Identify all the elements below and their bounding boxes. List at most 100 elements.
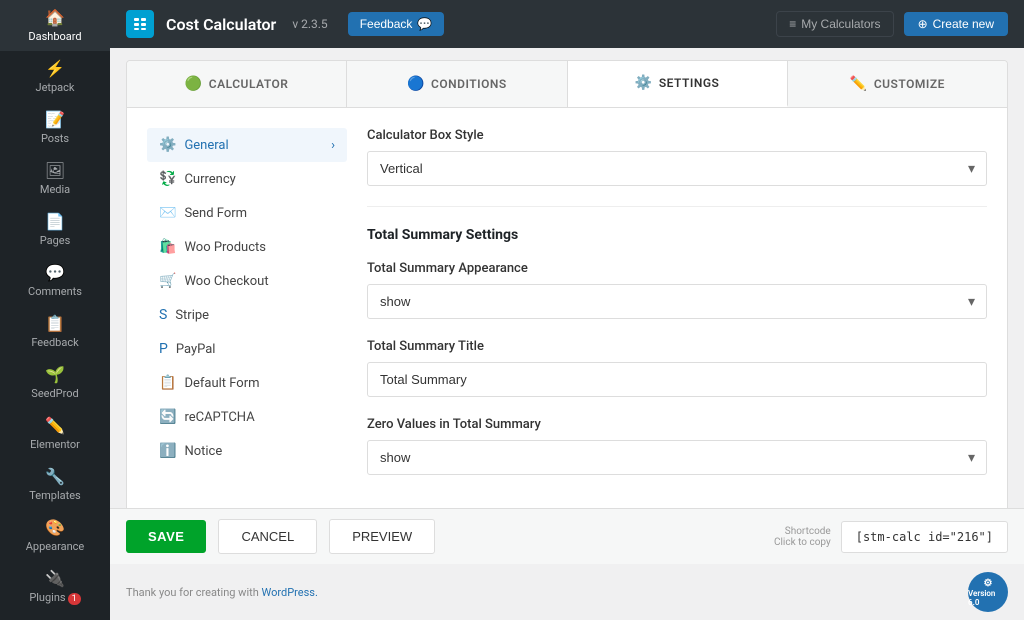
currency-icon: 💱 bbox=[159, 171, 176, 187]
sidebar-item-elementor[interactable]: ✏️Elementor bbox=[0, 408, 110, 459]
total-summary-appearance-label: Total Summary Appearance bbox=[367, 261, 987, 276]
save-button[interactable]: SAVE bbox=[126, 520, 206, 553]
divider-1 bbox=[367, 206, 987, 207]
total-summary-section-title: Total Summary Settings bbox=[367, 227, 987, 243]
sidebar-item-seedprod[interactable]: 🌱SeedProd bbox=[0, 357, 110, 408]
sidebar: 🏠Dashboard ⚡ Jetpack 📝Posts 🖼 Media 📄 Pages 💬Com… bbox=[0, 0, 110, 620]
sidebar-item-label: Feedback bbox=[31, 336, 78, 349]
settings-tab-label: SETTINGS bbox=[659, 76, 720, 90]
panel-sidebar-item-notice[interactable]: ℹ️ Notice bbox=[147, 434, 347, 468]
settings-tab[interactable]: ⚙️SETTINGS bbox=[568, 61, 788, 107]
box-style-field: Calculator Box Style VerticalHorizontalT… bbox=[367, 128, 987, 186]
send-form-label: Send Form bbox=[184, 206, 247, 221]
sidebar-item-dashboard[interactable]: 🏠Dashboard bbox=[0, 0, 110, 51]
paypal-icon: P bbox=[159, 341, 168, 357]
box-style-select[interactable]: VerticalHorizontalTabbed bbox=[367, 151, 987, 186]
settings-panel: ⚙️ General › 💱 Currency ✉️ Send Form 🛍️ … bbox=[126, 108, 1008, 508]
sidebar-item-media[interactable]: 🖼 Media bbox=[0, 153, 110, 204]
zero-values-label: Zero Values in Total Summary bbox=[367, 417, 987, 432]
topbar-version: v 2.3.5 bbox=[292, 17, 327, 31]
sidebar-item-templates[interactable]: 🔧 Templates bbox=[0, 459, 110, 510]
topbar: Cost Calculator v 2.3.5 Feedback 💬 ≡ My … bbox=[110, 0, 1024, 48]
sidebar-item-label: Templates bbox=[29, 489, 80, 502]
feedback-button[interactable]: Feedback 💬 bbox=[348, 12, 445, 36]
bottom-bar: SAVE CANCEL PREVIEW Shortcode Click to c… bbox=[110, 508, 1024, 564]
plus-icon: ⊕ bbox=[918, 17, 928, 31]
customize-tab[interactable]: ✏️CUSTOMIZE bbox=[788, 61, 1007, 107]
recaptcha-icon: 🔄 bbox=[159, 409, 176, 425]
sidebar-item-pages[interactable]: 📄 Pages bbox=[0, 204, 110, 255]
total-summary-title-field: Total Summary Title bbox=[367, 339, 987, 397]
sidebar-item-appearance[interactable]: 🎨 Appearance bbox=[0, 510, 110, 561]
total-summary-appearance-select-wrapper: showhide ▾ bbox=[367, 284, 987, 319]
currency-label: Currency bbox=[184, 172, 235, 187]
chevron-right-icon: › bbox=[331, 138, 335, 153]
sidebar-item-posts[interactable]: 📝Posts bbox=[0, 102, 110, 153]
footer-text: Thank you for creating with WordPress. bbox=[126, 586, 318, 599]
media-icon: 🖼 bbox=[45, 161, 65, 180]
paypal-label: PayPal bbox=[176, 342, 216, 357]
customize-tab-icon: ✏️ bbox=[850, 76, 868, 92]
elementor-icon: ✏️ bbox=[45, 416, 65, 435]
sidebar-item-users[interactable]: 👤Users bbox=[0, 612, 110, 620]
panel-sidebar-item-woo-products[interactable]: 🛍️ Woo Products bbox=[147, 230, 347, 264]
panel-sidebar-item-paypal[interactable]: P PayPal bbox=[147, 332, 347, 366]
sidebar-item-label: Jetpack bbox=[36, 81, 75, 94]
zero-values-field: Zero Values in Total Summary showhide ▾ bbox=[367, 417, 987, 475]
version-label: Version 6.0 bbox=[968, 589, 1008, 607]
sidebar-item-plugins[interactable]: 🔌Plugins1 bbox=[0, 561, 110, 612]
feedback-icon: 💬 bbox=[417, 17, 432, 31]
topbar-logo bbox=[126, 10, 154, 38]
sidebar-item-label: Pages bbox=[40, 234, 71, 247]
conditions-tab[interactable]: 🔵CONDITIONS bbox=[347, 61, 567, 107]
dashboard-icon: 🏠 bbox=[45, 8, 65, 27]
wordpress-link[interactable]: WordPress. bbox=[262, 586, 318, 599]
sidebar-item-comments[interactable]: 💬Comments bbox=[0, 255, 110, 306]
my-calculators-button[interactable]: ≡ My Calculators bbox=[776, 11, 893, 37]
sidebar-item-label: Media bbox=[40, 183, 70, 196]
settings-area: Calculator Box Style VerticalHorizontalT… bbox=[367, 128, 987, 495]
posts-icon: 📝 bbox=[45, 110, 65, 129]
sidebar-item-jetpack[interactable]: ⚡ Jetpack bbox=[0, 51, 110, 102]
default-form-label: Default Form bbox=[184, 376, 259, 391]
appearance-icon: 🎨 bbox=[45, 518, 65, 537]
notice-label: Notice bbox=[184, 444, 222, 459]
jetpack-icon: ⚡ bbox=[45, 59, 65, 78]
calculator-tab[interactable]: 🟢CALCULATOR bbox=[127, 61, 347, 107]
plugins-icon: 🔌 bbox=[45, 569, 65, 588]
shortcode-area: Shortcode Click to copy [stm-calc id="21… bbox=[774, 521, 1008, 553]
total-summary-appearance-select[interactable]: showhide bbox=[367, 284, 987, 319]
total-summary-title-label: Total Summary Title bbox=[367, 339, 987, 354]
panel-sidebar-item-woo-checkout[interactable]: 🛒 Woo Checkout bbox=[147, 264, 347, 298]
preview-button[interactable]: PREVIEW bbox=[329, 519, 435, 554]
topbar-title: Cost Calculator bbox=[166, 15, 276, 34]
box-style-label: Calculator Box Style bbox=[367, 128, 987, 143]
box-style-select-wrapper: VerticalHorizontalTabbed ▾ bbox=[367, 151, 987, 186]
hamburger-icon: ≡ bbox=[789, 17, 796, 31]
version-icon: ⚙ bbox=[984, 578, 993, 589]
stripe-label: Stripe bbox=[175, 308, 209, 323]
woo-checkout-icon: 🛒 bbox=[159, 273, 176, 289]
recaptcha-label: reCAPTCHA bbox=[184, 410, 254, 425]
cancel-button[interactable]: CANCEL bbox=[218, 519, 317, 554]
total-summary-title-input[interactable] bbox=[367, 362, 987, 397]
panel-sidebar-item-default-form[interactable]: 📋 Default Form bbox=[147, 366, 347, 400]
sidebar-item-feedback[interactable]: 📋Feedback bbox=[0, 306, 110, 357]
sidebar-item-label: Appearance bbox=[26, 540, 85, 553]
panel-sidebar-item-send-form[interactable]: ✉️ Send Form bbox=[147, 196, 347, 230]
general-icon: ⚙️ bbox=[159, 137, 176, 153]
page-footer: Thank you for creating with WordPress. ⚙… bbox=[110, 564, 1024, 620]
stripe-icon: S bbox=[159, 307, 167, 323]
shortcode-value[interactable]: [stm-calc id="216"] bbox=[841, 521, 1008, 553]
create-new-button[interactable]: ⊕ Create new bbox=[904, 12, 1008, 36]
pages-icon: 📄 bbox=[45, 212, 65, 231]
panel-sidebar-item-stripe[interactable]: S Stripe bbox=[147, 298, 347, 332]
conditions-tab-icon: 🔵 bbox=[407, 76, 425, 92]
templates-icon: 🔧 bbox=[45, 467, 65, 486]
panel-sidebar-item-general[interactable]: ⚙️ General › bbox=[147, 128, 347, 162]
zero-values-select[interactable]: showhide bbox=[367, 440, 987, 475]
panel-sidebar-item-currency[interactable]: 💱 Currency bbox=[147, 162, 347, 196]
panel-sidebar-item-recaptcha[interactable]: 🔄 reCAPTCHA bbox=[147, 400, 347, 434]
woo-products-icon: 🛍️ bbox=[159, 239, 176, 255]
topbar-right-actions: ≡ My Calculators ⊕ Create new bbox=[776, 11, 1008, 37]
